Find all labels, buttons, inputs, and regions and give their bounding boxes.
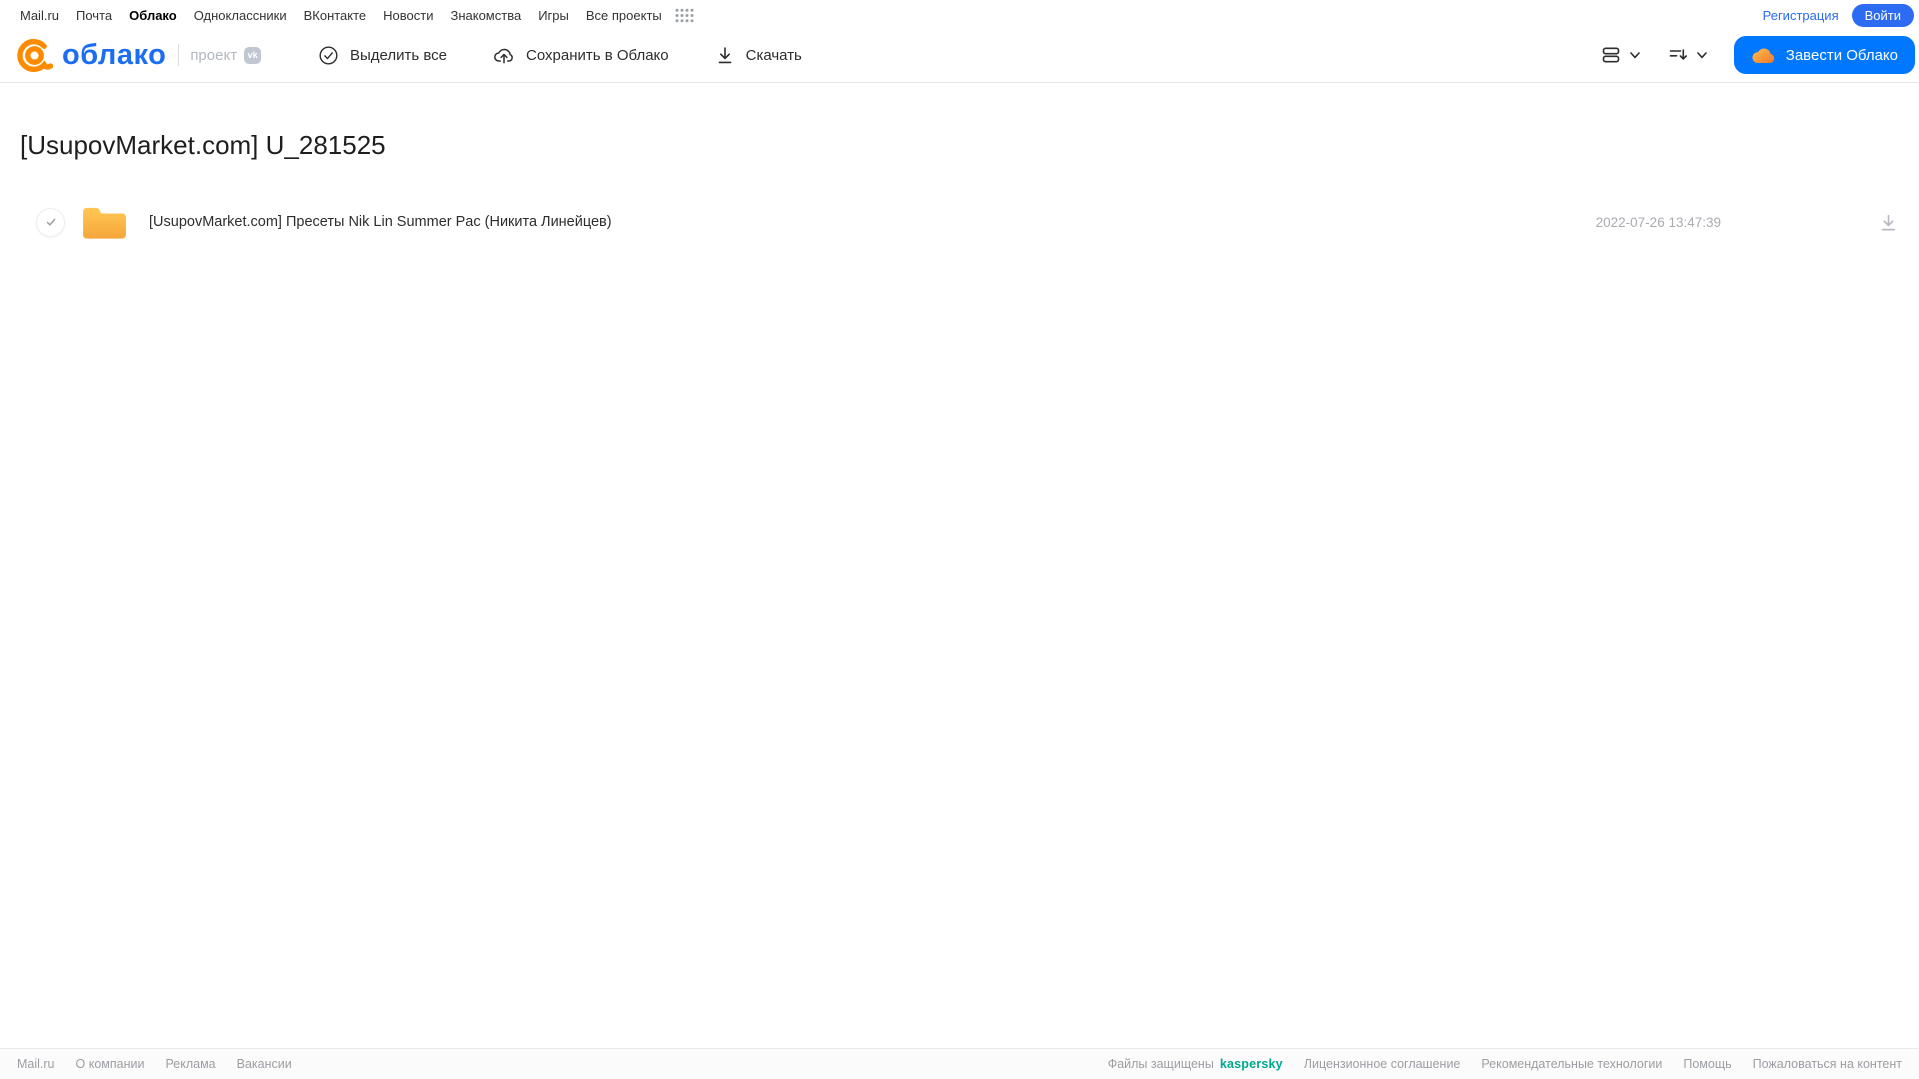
row-download-icon[interactable] (1878, 212, 1899, 233)
footer-link-jobs[interactable]: Вакансии (237, 1057, 292, 1071)
view-mode-dropdown[interactable] (1600, 44, 1642, 66)
kaspersky-protected: Файлы защищены kaspersky (1108, 1057, 1283, 1071)
vk-badge-icon: vk (244, 46, 262, 64)
row-checkbox[interactable] (36, 207, 65, 237)
footer-link-help[interactable]: Помощь (1683, 1057, 1731, 1071)
download-label: Скачать (745, 46, 802, 64)
portal-topbar: Mail.ru Почта Облако Одноклассники ВКонт… (0, 0, 1919, 28)
topbar-link-igry[interactable]: Игры (538, 8, 569, 23)
chevron-down-icon (1695, 48, 1709, 62)
vk-project-label: проект vk (178, 44, 262, 66)
topbar-link-vkontakte[interactable]: ВКонтакте (304, 8, 367, 23)
list-view-icon (1600, 44, 1622, 66)
check-circle-icon (318, 45, 339, 66)
get-cloud-button[interactable]: Завести Облако (1733, 36, 1915, 74)
topbar-link-oblako[interactable]: Облако (129, 8, 177, 23)
cloud-logo[interactable]: облако проект vk (16, 37, 318, 74)
header-right-controls: Завести Облако (1600, 36, 1915, 74)
kaspersky-logo[interactable]: kaspersky (1220, 1057, 1283, 1071)
project-text: проект (190, 46, 238, 64)
topbar-link-znakomstva[interactable]: Знакомства (450, 8, 521, 23)
footer-left-links: Mail.ru О компании Реклама Вакансии (17, 1057, 292, 1071)
chevron-down-icon (1628, 48, 1642, 62)
sort-dropdown[interactable] (1667, 44, 1709, 66)
login-button[interactable]: Войти (1851, 3, 1914, 27)
topbar-link-pochta[interactable]: Почта (76, 8, 112, 23)
topbar-link-novosti[interactable]: Новости (383, 8, 433, 23)
footer-link-license[interactable]: Лицензионное соглашение (1304, 1057, 1461, 1071)
logo-wordmark: облако (62, 38, 167, 71)
cloud-upload-icon (493, 44, 515, 66)
footer-right-links: Файлы защищены kaspersky Лицензионное со… (1108, 1057, 1902, 1071)
mailru-at-icon (16, 37, 53, 74)
file-toolbar: Выделить все Сохранить в Облако Скачать (318, 44, 802, 66)
footer-link-about[interactable]: О компании (76, 1057, 145, 1071)
folder-icon[interactable] (81, 204, 128, 241)
file-date: 2022-07-26 13:47:39 (1595, 214, 1721, 230)
page-title: [UsupovMarket.com] U_281525 (20, 130, 386, 160)
folder-name-link[interactable]: [UsupovMarket.com] Пресеты Nik Lin Summe… (149, 214, 612, 230)
sort-icon (1667, 44, 1689, 66)
footer-link-report-content[interactable]: Пожаловаться на контент (1753, 1057, 1902, 1071)
protected-label: Файлы защищены (1107, 1057, 1214, 1071)
portal-nav: Mail.ru Почта Облако Одноклассники ВКонт… (20, 8, 694, 23)
file-row[interactable]: [UsupovMarket.com] Пресеты Nik Lin Summe… (0, 194, 1919, 250)
topbar-auth: Регистрация Войти (1763, 3, 1914, 27)
register-link[interactable]: Регистрация (1763, 8, 1839, 23)
apps-grid-icon[interactable] (675, 8, 694, 23)
topbar-link-vse-proekty[interactable]: Все проекты (586, 8, 662, 23)
select-all-label: Выделить все (350, 46, 448, 64)
topbar-link-mailru[interactable]: Mail.ru (20, 8, 59, 23)
footer-link-ads[interactable]: Реклама (165, 1057, 215, 1071)
cloud-header: облако проект vk Выделить все Сохранить … (0, 28, 1919, 83)
select-all-button[interactable]: Выделить все (318, 45, 447, 66)
download-button[interactable]: Скачать (715, 45, 802, 65)
topbar-link-odnoklassniki[interactable]: Одноклассники (194, 8, 287, 23)
save-to-cloud-label: Сохранить в Облако (526, 46, 669, 64)
footer-link-mailru[interactable]: Mail.ru (17, 1057, 55, 1071)
footer-link-recommendation-tech[interactable]: Рекомендательные технологии (1481, 1057, 1662, 1071)
orange-cloud-icon (1751, 46, 1776, 65)
save-to-cloud-button[interactable]: Сохранить в Облако (493, 44, 669, 66)
footer: Mail.ru О компании Реклама Вакансии Файл… (0, 1048, 1919, 1079)
get-cloud-label: Завести Облако (1785, 46, 1898, 64)
download-icon (715, 45, 735, 65)
